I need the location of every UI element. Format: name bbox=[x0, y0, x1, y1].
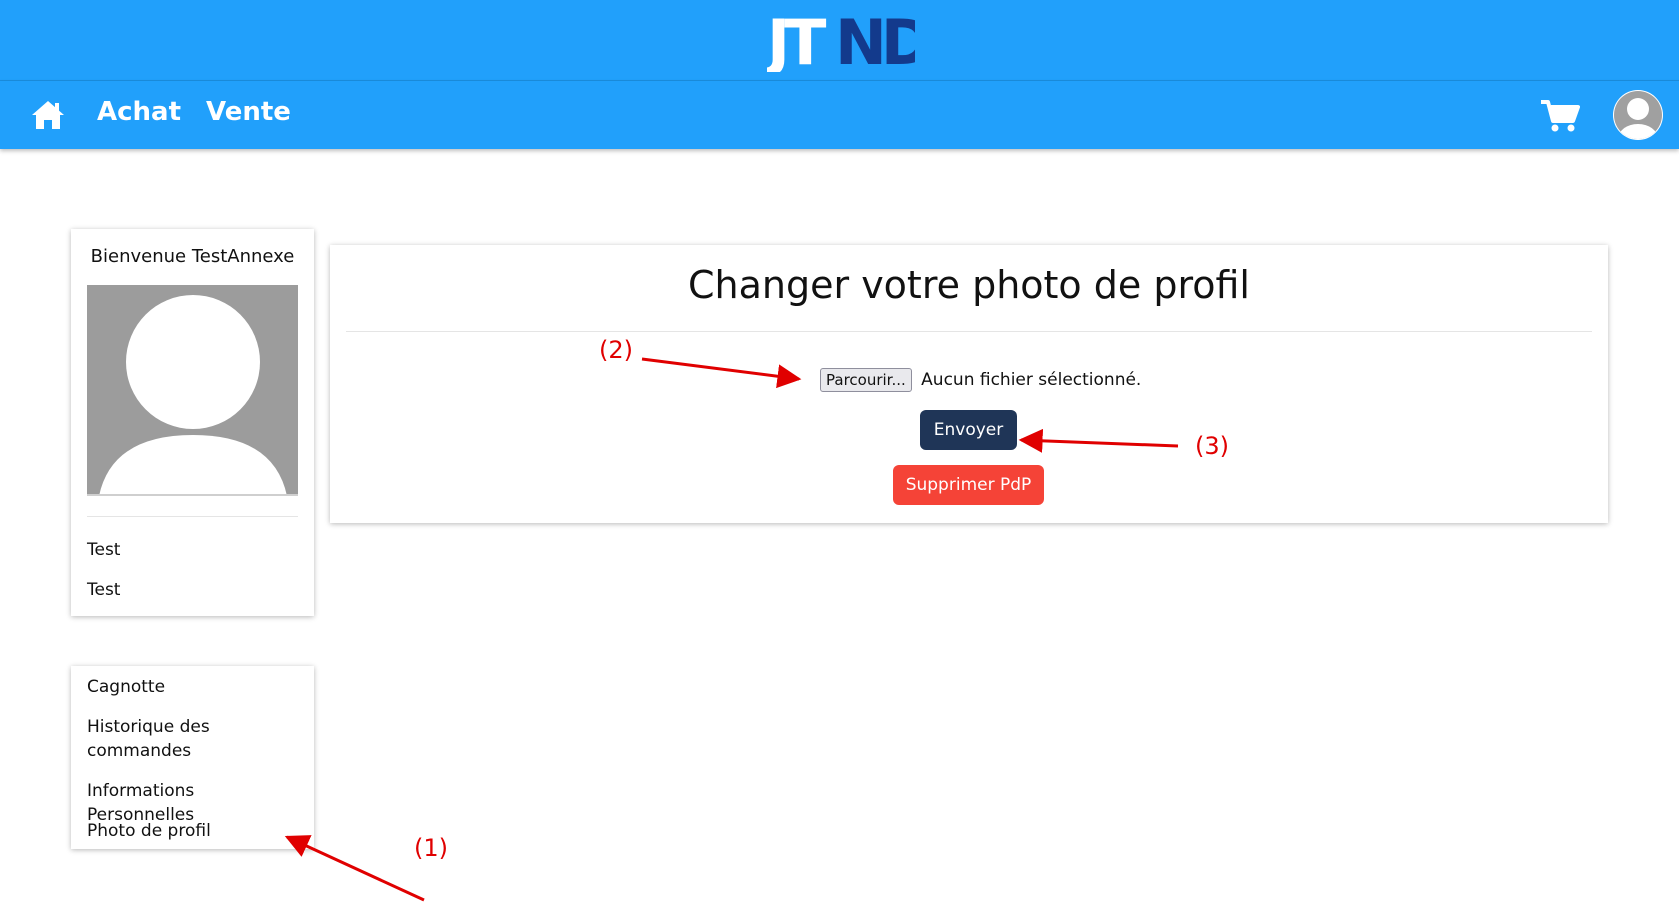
arrow-to-photo-menu bbox=[284, 835, 425, 902]
arrow-to-browse bbox=[641, 357, 802, 389]
annotation-arrows bbox=[284, 357, 1179, 902]
arrow-to-send bbox=[1018, 428, 1179, 453]
annotation-step-3: (3) bbox=[1195, 432, 1229, 460]
annotation-step-2: (2) bbox=[599, 336, 633, 364]
annotation-step-1: (1) bbox=[414, 834, 448, 862]
